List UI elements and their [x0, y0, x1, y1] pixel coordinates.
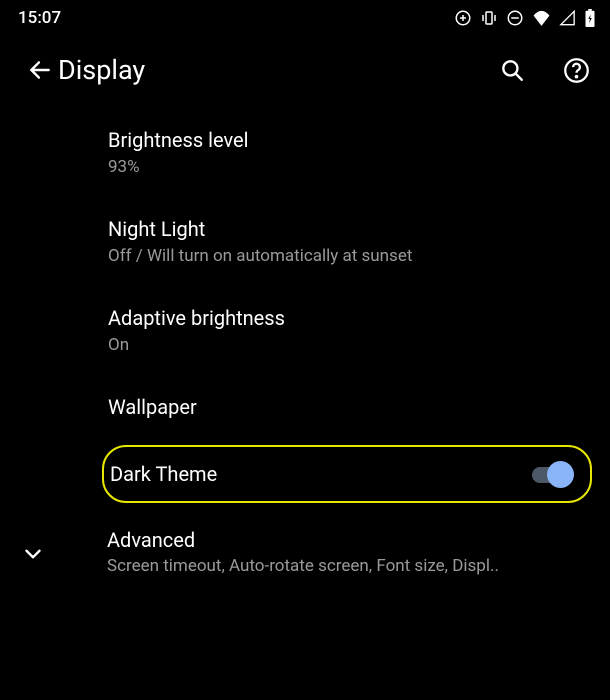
wallpaper-item[interactable]: Wallpaper — [108, 375, 592, 439]
toggle-thumb — [547, 461, 574, 488]
settings-list: Brightness level 93% Night Light Off / W… — [0, 108, 610, 503]
setting-subtitle: Screen timeout, Auto-rotate screen, Font… — [107, 556, 592, 576]
help-button[interactable] — [556, 50, 596, 90]
dark-theme-item[interactable]: Dark Theme — [102, 445, 592, 503]
back-button[interactable] — [20, 50, 60, 90]
advanced-item[interactable]: Advanced Screen timeout, Auto-rotate scr… — [0, 509, 610, 576]
setting-subtitle: On — [108, 334, 592, 356]
status-icons — [454, 9, 596, 27]
brightness-level-item[interactable]: Brightness level 93% — [108, 108, 592, 197]
setting-title: Adaptive brightness — [108, 305, 592, 331]
signal-icon — [559, 10, 576, 26]
setting-title: Brightness level — [108, 127, 592, 153]
battery-charging-icon — [584, 9, 596, 27]
status-bar: 15:07 — [0, 0, 610, 34]
adaptive-brightness-item[interactable]: Adaptive brightness On — [108, 286, 592, 375]
search-button[interactable] — [492, 50, 532, 90]
setting-title: Dark Theme — [110, 461, 217, 487]
status-time: 15:07 — [18, 8, 61, 28]
plus-circle-icon — [454, 9, 472, 27]
setting-title: Wallpaper — [108, 394, 592, 420]
app-header: Display — [0, 34, 610, 108]
chevron-down-icon — [20, 527, 46, 571]
page-title: Display — [58, 54, 468, 86]
setting-subtitle: Off / Will turn on automatically at suns… — [108, 245, 592, 267]
wifi-icon — [532, 10, 551, 26]
night-light-item[interactable]: Night Light Off / Will turn on automatic… — [108, 197, 592, 286]
dnd-icon — [506, 9, 524, 27]
vibrate-icon — [480, 9, 498, 27]
dark-theme-toggle[interactable] — [528, 460, 574, 488]
setting-title: Night Light — [108, 216, 592, 242]
setting-subtitle: 93% — [108, 156, 592, 178]
setting-title: Advanced — [107, 527, 592, 553]
